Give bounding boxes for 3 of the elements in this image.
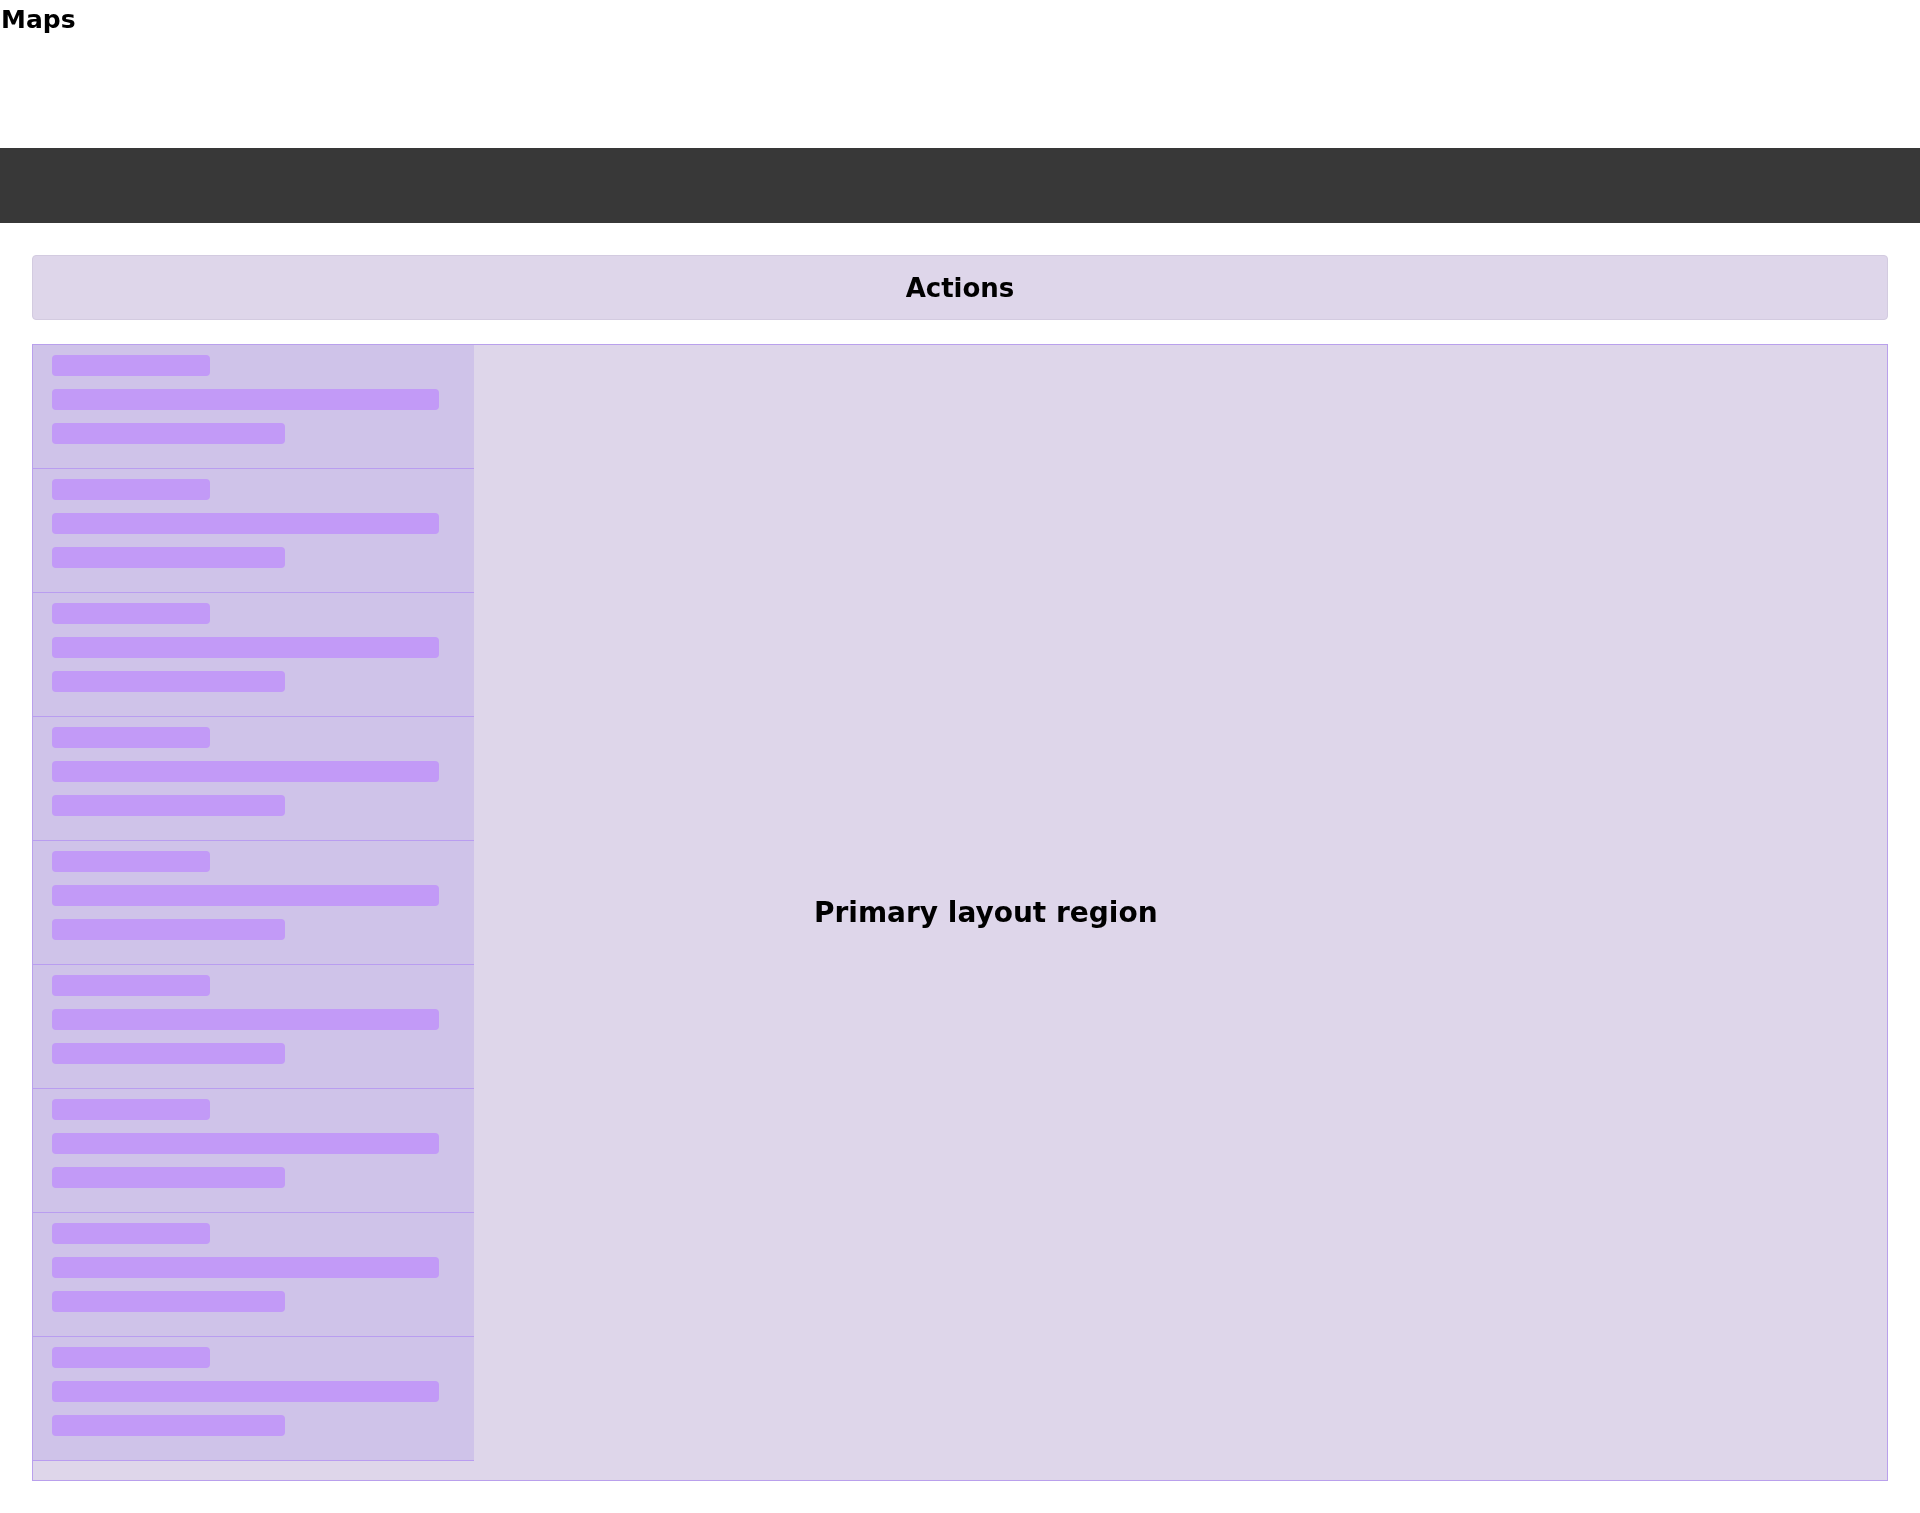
actions-label: Actions xyxy=(905,272,1015,303)
page-title: Maps xyxy=(0,4,76,36)
region-label: Primary layout region xyxy=(814,896,1158,929)
